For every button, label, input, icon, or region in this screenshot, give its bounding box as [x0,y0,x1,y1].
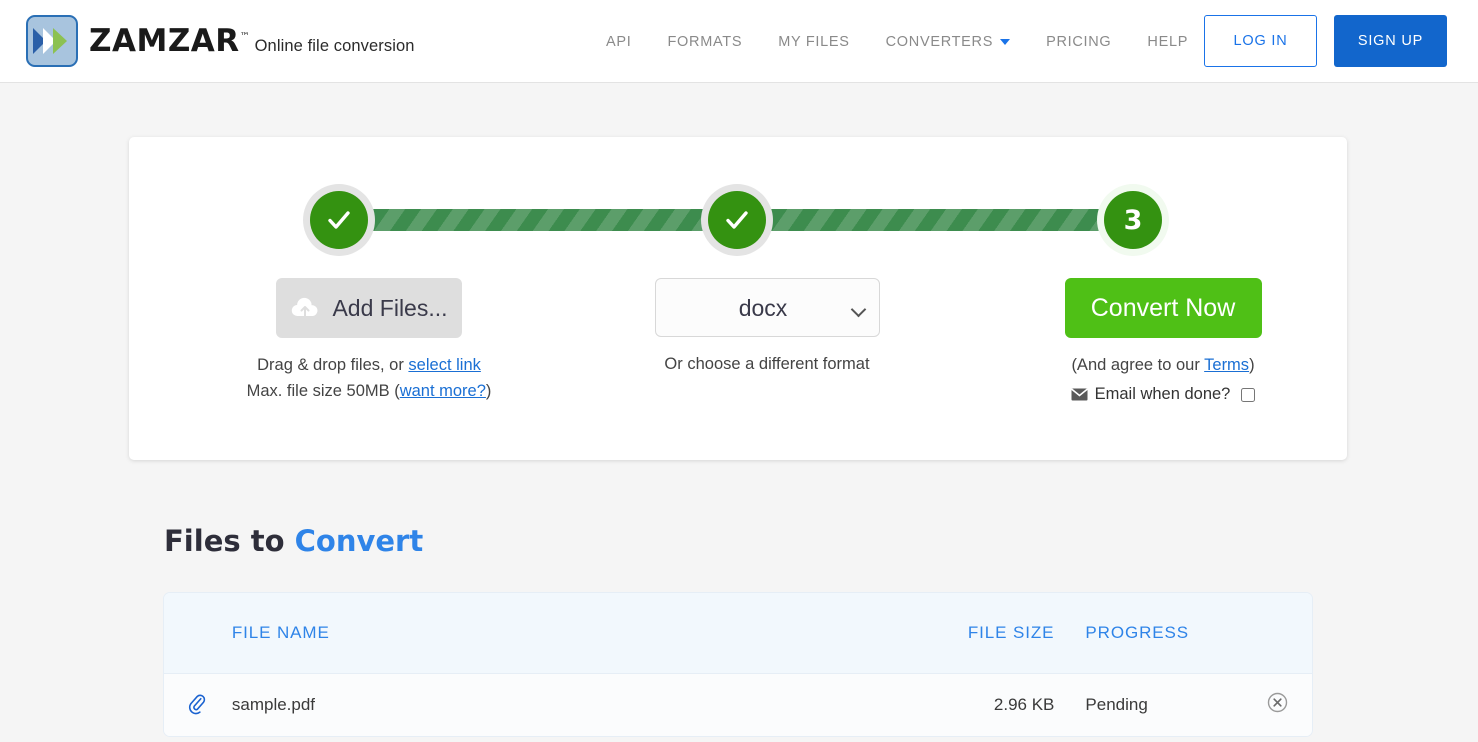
step-progress-bar-1 [339,209,739,231]
nav-pricing-label: PRICING [1046,33,1112,50]
logo-word-text: ZAMZAR [89,22,240,59]
step-3-indicator: 3 [1097,184,1169,256]
terms-notice: (And agree to our Terms) [983,352,1343,378]
step-3-number: 3 [1123,204,1143,236]
header-progress: PROGRESS [1085,623,1189,642]
main-nav: API FORMATS MY FILES CONVERTERS PRICING … [588,0,1206,83]
add-files-button[interactable]: Add Files... [276,278,462,338]
drag-drop-text: Drag & drop files, or [257,356,409,374]
email-when-done-row[interactable]: Email when done? [983,385,1343,404]
header-file-name: FILE NAME [231,623,330,642]
sign-up-button[interactable]: SIGN UP [1334,15,1447,67]
row-file-size: 2.96 KB [993,695,1055,714]
step-progress-bar-2 [737,209,1137,231]
convert-now-button[interactable]: Convert Now [1064,278,1262,338]
converter-card: 3 Add Files... Drag & drop files, or sel… [129,137,1347,460]
check-icon [328,211,350,229]
envelope-icon [1070,388,1088,401]
chevron-down-icon [1000,38,1011,45]
nav-help-label: HELP [1147,33,1189,50]
files-table: FILE NAME FILE SIZE PROGRESS sample.pdf … [163,592,1313,737]
row-action-cell [1242,692,1312,718]
cloud-upload-icon [292,297,318,318]
format-caption: Or choose a different format [664,355,870,373]
remove-file-button[interactable] [1267,692,1288,713]
nav-formats-label: FORMATS [667,33,743,50]
row-file-icon-cell [164,694,232,716]
circle-x-icon [1267,692,1287,713]
want-more-link[interactable]: want more? [400,382,486,400]
nav-help[interactable]: HELP [1129,34,1206,50]
page-title: Files to Convert [164,524,423,558]
limit-suffix-text: ) [485,382,492,401]
header-file-size: FILE SIZE [967,623,1055,642]
row-progress-status: Pending [1085,695,1148,714]
email-when-done-label: Email when done? [1094,385,1231,404]
email-when-done-checkbox[interactable] [1241,387,1256,402]
terms-prefix-text: (And agree to our [1071,356,1205,374]
nav-my-files-label: MY FILES [778,33,850,50]
zamzar-logo-icon [26,15,78,67]
nav-api-label: API [606,33,632,50]
step-indicator: 3 [129,137,1347,257]
table-row: sample.pdf 2.96 KB Pending [164,674,1312,736]
auth-buttons: LOG IN SIGN UP [1204,15,1447,67]
log-in-button[interactable]: LOG IN [1204,15,1317,67]
terms-link[interactable]: Terms [1204,356,1249,374]
nav-api[interactable]: API [588,34,649,50]
step-2-indicator [701,184,773,256]
logo-wordmark: ZAMZAR™ [89,22,251,59]
nav-converters[interactable]: CONVERTERS [868,34,1028,50]
nav-my-files[interactable]: MY FILES [760,34,867,50]
step-1-indicator [303,184,375,256]
add-files-hint: Drag & drop files, or select link Max. f… [189,352,549,405]
nav-formats[interactable]: FORMATS [649,34,760,50]
page-title-plain: Files to [164,524,295,558]
step-3-column: Convert Now (And agree to our Terms) Ema… [983,278,1343,404]
check-icon [726,211,748,229]
logo-trademark: ™ [239,31,251,43]
site-header: ZAMZAR™ Online file conversion API FORMA… [0,0,1478,83]
page-title-accent: Convert [294,524,424,558]
nav-converters-label: CONVERTERS [885,33,994,50]
row-file-name: sample.pdf [231,695,316,714]
terms-suffix-text: ) [1249,356,1255,374]
nav-pricing[interactable]: PRICING [1028,34,1129,50]
step-1-column: Add Files... Drag & drop files, or selec… [189,278,549,405]
file-size-limit-text: Max. file size 50MB ( [246,382,400,401]
logo-tagline: Online file conversion [254,36,415,55]
step-2-column: docx Or choose a different format [587,278,947,377]
paperclip-icon [189,694,206,715]
logo-link[interactable]: ZAMZAR™ Online file conversion [26,15,415,67]
format-select[interactable]: docx [654,278,880,337]
files-table-header: FILE NAME FILE SIZE PROGRESS [164,593,1312,674]
select-link-link[interactable]: select link [408,356,480,374]
add-files-label: Add Files... [332,294,448,321]
